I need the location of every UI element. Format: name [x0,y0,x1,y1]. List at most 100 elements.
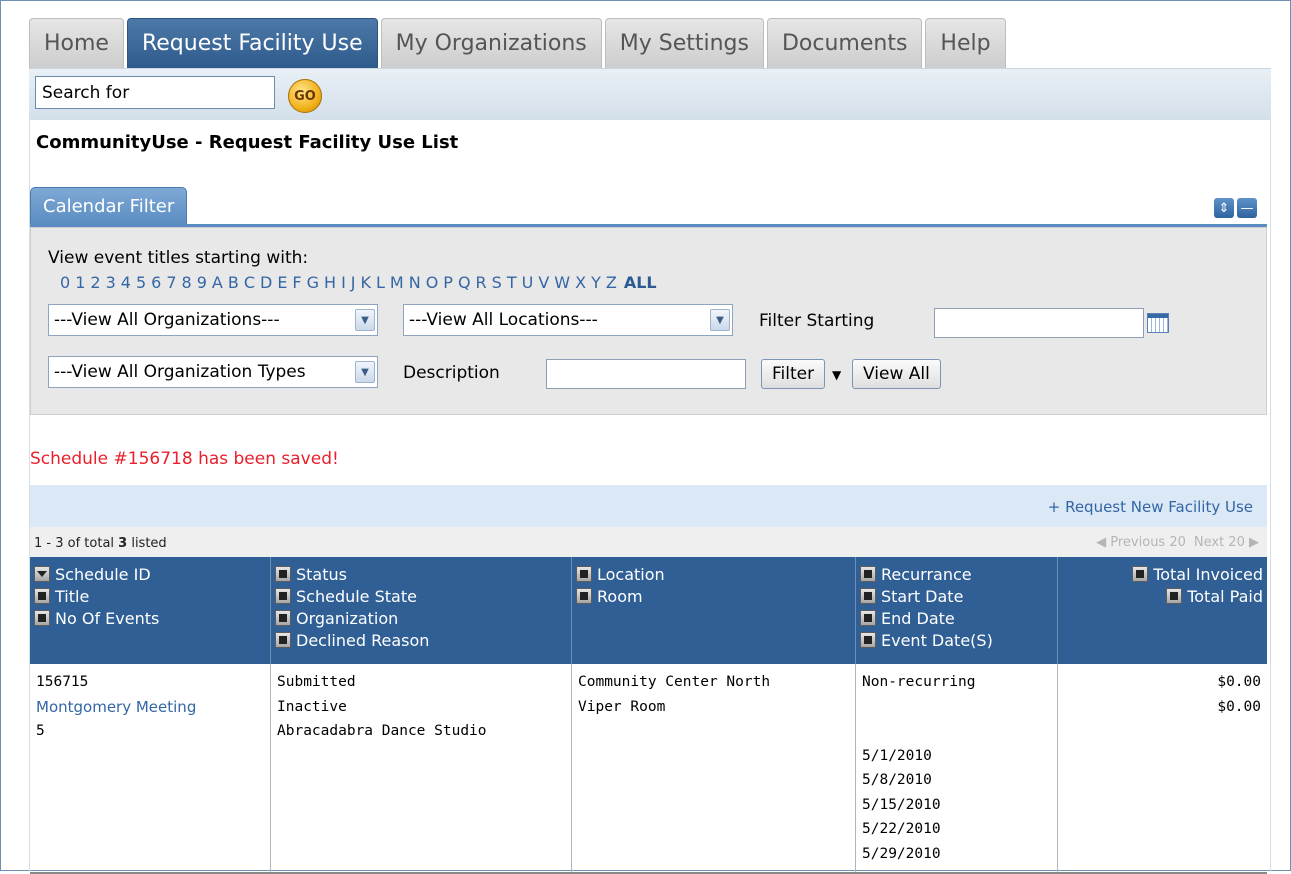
event-date: 5/1/2010 [862,747,932,764]
cell-dates: Non-recurring 5/1/2010 5/8/2010 5/15/201… [856,664,1058,872]
letter-link[interactable]: Y [591,273,601,292]
letter-link[interactable]: Q [458,273,471,292]
expand-collapse-icon[interactable]: ⇕ [1214,198,1234,218]
tab-help[interactable]: Help [925,18,1006,68]
search-input[interactable] [35,76,275,109]
letter-filter: 0 1 2 3 4 5 6 7 8 9 A B C D E F G H I J K L M N O P Q R S T U V W X Y Z ALL [60,273,657,292]
view-all-button[interactable]: View All [852,359,941,389]
minimize-icon[interactable]: — [1237,198,1257,218]
location-select[interactable]: ---View All Locations--- ▼ [403,304,733,336]
sort-declined-reason[interactable]: Declined Reason [275,629,567,651]
sort-icon [860,632,876,648]
chevron-down-icon: ▼ [355,361,375,383]
organization-type-select[interactable]: ---View All Organization Types ▼ [48,356,378,388]
letter-link[interactable]: B [228,273,239,292]
column-group-location: Location Room [572,557,856,664]
letter-link[interactable]: Z [606,273,617,292]
column-group-dates: Recurrance Start Date End Date Event Dat… [856,557,1058,664]
column-group-status: Status Schedule State Organization Decli… [271,557,572,664]
letter-link[interactable]: K [361,273,372,292]
letter-link[interactable]: A [212,273,223,292]
schedule-title-link[interactable]: Montgomery Meeting [36,695,264,720]
sort-no-of-events[interactable]: No Of Events [34,607,266,629]
letter-link[interactable]: M [390,273,404,292]
sort-schedule-id[interactable]: Schedule ID [34,563,266,585]
previous-page-link[interactable]: ◀ Previous 20 [1096,535,1186,550]
letter-link[interactable]: J [351,273,356,292]
organization-select-value: ---View All Organizations--- [54,310,280,330]
status: Submitted [277,674,356,690]
request-new-facility-use-link[interactable]: + Request New Facility Use [1048,498,1253,516]
letter-link[interactable]: O [426,273,439,292]
letter-link[interactable]: D [260,273,272,292]
letter-link[interactable]: 2 [90,273,100,292]
sort-location[interactable]: Location [576,563,851,585]
event-count: 5 [36,723,45,739]
letter-link[interactable]: 0 [60,273,70,292]
sort-status[interactable]: Status [275,563,567,585]
letter-link[interactable]: 5 [136,273,146,292]
letter-link[interactable]: G [307,273,319,292]
letter-link[interactable]: H [324,273,336,292]
chevron-down-icon: ▼ [710,309,730,331]
sort-end-date[interactable]: End Date [860,607,1053,629]
letter-link-all[interactable]: ALL [624,273,657,292]
letter-link[interactable]: S [492,273,502,292]
sort-title[interactable]: Title [34,585,266,607]
view-titles-label: View event titles starting with: [48,248,309,268]
sort-organization[interactable]: Organization [275,607,567,629]
sort-schedule-state[interactable]: Schedule State [275,585,567,607]
description-input[interactable] [546,359,746,389]
sort-event-dates[interactable]: Event Date(S) [860,629,1053,651]
letter-link[interactable]: F [292,273,301,292]
tab-documents[interactable]: Documents [766,18,923,68]
letter-link[interactable]: 9 [197,273,207,292]
sort-icon [576,566,592,582]
organization-select[interactable]: ---View All Organizations--- ▼ [48,304,378,336]
sort-start-date[interactable]: Start Date [860,585,1053,607]
next-page-link[interactable]: Next 20 ▶ [1194,535,1259,550]
letter-link[interactable]: 7 [166,273,176,292]
sort-total-paid[interactable]: Total Paid [1062,585,1263,607]
letter-link[interactable]: 3 [106,273,116,292]
letter-link[interactable]: V [538,273,549,292]
cell-status: Submitted Inactive Abracadabra Dance Stu… [271,664,572,872]
sort-room[interactable]: Room [576,585,851,607]
total-invoiced: $0.00 [1217,674,1261,690]
sort-icon [275,632,291,648]
sort-recurrance[interactable]: Recurrance [860,563,1053,585]
sort-total-invoiced[interactable]: Total Invoiced [1062,563,1263,585]
letter-link[interactable]: E [277,273,287,292]
tab-my-organizations[interactable]: My Organizations [380,18,602,68]
letter-link[interactable]: U [522,273,534,292]
sort-icon [275,610,291,626]
sort-icon [1166,588,1183,604]
letter-link[interactable]: N [409,273,421,292]
letter-link[interactable]: P [443,273,453,292]
tab-home[interactable]: Home [29,18,124,68]
letter-link[interactable]: T [507,273,517,292]
letter-link[interactable]: 8 [182,273,192,292]
filter-starting-input[interactable] [934,308,1144,338]
letter-link[interactable]: I [341,273,346,292]
letter-link[interactable]: R [476,273,487,292]
filter-button[interactable]: Filter [761,359,826,389]
sort-icon [576,588,592,604]
tab-my-settings[interactable]: My Settings [604,18,764,68]
letter-link[interactable]: W [554,273,570,292]
filter-dropdown-icon[interactable]: ▼ [832,368,841,382]
letter-link[interactable]: 6 [151,273,161,292]
letter-link[interactable]: X [575,273,586,292]
record-count: 1 - 3 of total 3 listed [34,536,167,551]
go-button[interactable]: GO [288,79,322,113]
letter-link[interactable]: C [244,273,255,292]
calendar-filter-tab[interactable]: Calendar Filter [30,187,188,225]
letter-link[interactable]: 1 [75,273,85,292]
page-title: CommunityUse - Request Facility Use List [36,132,459,153]
letter-link[interactable]: L [376,273,385,292]
letter-link[interactable]: 4 [121,273,131,292]
calendar-icon[interactable] [1147,313,1169,333]
sort-icon [860,610,876,626]
tab-request-facility-use[interactable]: Request Facility Use [126,18,378,68]
column-group-schedule: Schedule ID Title No Of Events [30,557,271,664]
